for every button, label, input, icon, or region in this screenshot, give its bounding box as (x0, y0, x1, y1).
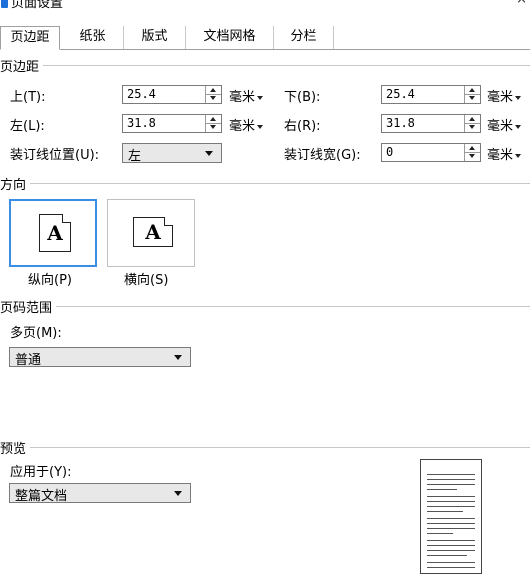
orientation-group-line (0, 183, 530, 184)
gutter-position-select[interactable]: 左 (122, 143, 222, 164)
multiple-pages-label: 多页(M): (10, 326, 62, 341)
top-margin-value[interactable]: 25.4 (127, 87, 156, 101)
right-margin-value[interactable]: 31.8 (386, 116, 415, 130)
top-unit-dropdown[interactable]: 毫米 (229, 86, 264, 105)
bottom-margin-label: 下(B): (284, 90, 321, 105)
top-margin-label: 上(T): (10, 90, 46, 105)
gutter-width-value[interactable]: 0 (386, 145, 393, 159)
spin-down-icon[interactable] (206, 94, 221, 102)
bottom-margin-value[interactable]: 25.4 (386, 87, 415, 101)
left-margin-spinner[interactable]: 31.8 (122, 114, 222, 133)
spin-down-icon[interactable] (465, 123, 480, 131)
left-margin-value[interactable]: 31.8 (127, 116, 156, 130)
bottom-margin-spinner[interactable]: 25.4 (381, 85, 481, 104)
tab-margins[interactable]: 页边距 (0, 26, 60, 50)
gutter-unit-dropdown[interactable]: 毫米 (487, 144, 522, 163)
app-icon (1, 0, 8, 8)
margins-group-line (0, 65, 530, 66)
tab-baseline (0, 49, 530, 50)
portrait-label[interactable]: 纵向(P) (28, 269, 72, 288)
apply-to-select[interactable]: 整篇文档 (9, 483, 191, 504)
tab-layout[interactable]: 版式 (124, 26, 186, 49)
chevron-down-icon (174, 491, 182, 496)
tab-paper[interactable]: 纸张 (62, 26, 124, 49)
close-icon[interactable]: × (516, 0, 527, 7)
landscape-label[interactable]: 横向(S) (124, 269, 168, 288)
left-margin-label: 左(L): (10, 119, 45, 134)
landscape-option[interactable]: A (107, 199, 195, 267)
chevron-down-icon (515, 124, 522, 129)
bottom-unit-dropdown[interactable]: 毫米 (487, 86, 522, 105)
gutter-width-label: 装订线宽(G): (284, 148, 361, 163)
left-unit-dropdown[interactable]: 毫米 (229, 115, 264, 134)
chevron-down-icon (174, 355, 182, 360)
preview-group-title: 预览 (0, 438, 31, 457)
chevron-down-icon (205, 151, 213, 156)
right-margin-spinner[interactable]: 31.8 (381, 114, 481, 133)
page-preview (420, 459, 482, 574)
portrait-option[interactable]: A (9, 199, 97, 267)
spin-down-icon[interactable] (465, 94, 480, 102)
multiple-pages-value: 普通 (15, 353, 42, 368)
orientation-group-title: 方向 (0, 174, 31, 193)
apply-to-label: 应用于(Y): (10, 465, 72, 480)
pages-group-line (0, 306, 530, 307)
chevron-down-icon (515, 95, 522, 100)
gutter-width-spinner[interactable]: 0 (381, 143, 481, 162)
chevron-down-icon (257, 124, 264, 129)
spin-down-icon[interactable] (206, 123, 221, 131)
preview-group-line (0, 447, 530, 448)
apply-to-value: 整篇文档 (15, 489, 68, 504)
chevron-down-icon (515, 153, 522, 158)
gutter-position-label: 装订线位置(U): (10, 148, 100, 163)
title-bar: 页面设置 × (0, 0, 530, 10)
gutter-position-value: 左 (128, 149, 142, 164)
margins-group-title: 页边距 (0, 56, 44, 75)
portrait-page-icon: A (39, 214, 71, 252)
right-margin-label: 右(R): (284, 119, 321, 134)
top-margin-spinner[interactable]: 25.4 (122, 85, 222, 104)
landscape-page-icon: A (133, 217, 173, 247)
tab-document-grid[interactable]: 文档网格 (186, 26, 274, 49)
window-title: 页面设置 (11, 0, 64, 10)
multiple-pages-select[interactable]: 普通 (9, 347, 191, 368)
chevron-down-icon (257, 95, 264, 100)
spin-down-icon[interactable] (465, 152, 480, 160)
tab-columns[interactable]: 分栏 (274, 26, 334, 49)
pages-group-title: 页码范围 (0, 297, 57, 316)
right-unit-dropdown[interactable]: 毫米 (487, 115, 522, 134)
